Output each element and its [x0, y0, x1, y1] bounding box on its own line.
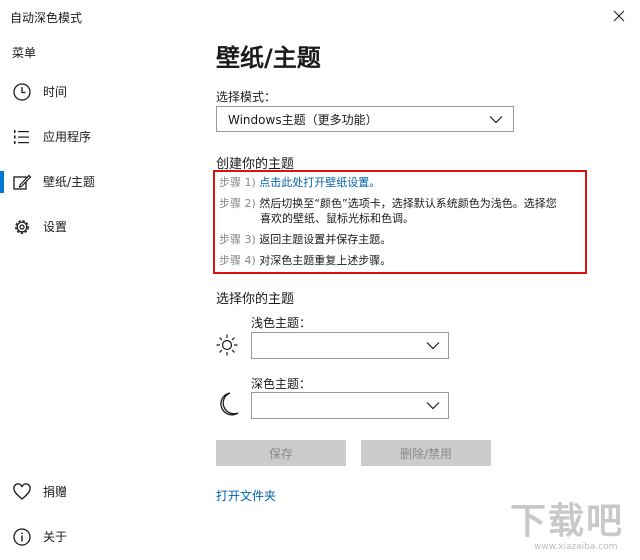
- delete-disable-button[interactable]: 删除/禁用: [361, 440, 491, 466]
- step-number: 步骤 2): [219, 197, 256, 210]
- step-number: 步骤 3): [219, 233, 256, 246]
- title-bar: 自动深色模式: [0, 0, 640, 32]
- info-icon: [13, 528, 31, 546]
- close-icon: [613, 10, 625, 22]
- edit-icon: [13, 174, 32, 190]
- steps-highlight-box: 步骤 1) 点击此处打开壁纸设置。 步骤 2) 然后切换至“颜色”选项卡，选择默…: [213, 170, 587, 274]
- sidebar-item-time[interactable]: 时间: [0, 73, 192, 109]
- sidebar-item-label: 时间: [43, 84, 68, 99]
- sidebar-item-label: 壁纸/主题: [43, 174, 96, 189]
- dark-theme-label: 深色主题：: [251, 377, 312, 391]
- chevron-down-icon: [426, 402, 440, 410]
- window-title: 自动深色模式: [10, 11, 83, 25]
- open-wallpaper-settings-link[interactable]: 点击此处打开壁纸设置。: [259, 176, 380, 189]
- sidebar-item-about[interactable]: 关于: [0, 518, 192, 554]
- clock-icon: [13, 83, 31, 101]
- main-content: 壁纸/主题 选择模式： Windows主题（更多功能） 创建你的主题 步骤 1)…: [192, 32, 640, 560]
- chevron-down-icon: [426, 342, 440, 350]
- watermark-logo-text: 下载吧: [510, 501, 625, 542]
- watermark-url: www.xiazaiba.com: [534, 542, 618, 552]
- sidebar-item-label: 关于: [43, 529, 68, 544]
- step-3: 步骤 3) 返回主题设置并保存主题。: [219, 232, 581, 247]
- step-4: 步骤 4) 对深色主题重复上述步骤。: [219, 253, 581, 268]
- sidebar: 菜单 时间 应用程序 壁纸/主题 设置 捐赠 关于: [0, 32, 192, 560]
- sidebar-item-apps[interactable]: 应用程序: [0, 118, 192, 154]
- save-button[interactable]: 保存: [216, 440, 346, 466]
- choose-theme-heading: 选择你的主题: [216, 292, 295, 307]
- sidebar-item-label: 设置: [43, 219, 68, 234]
- mode-dropdown-value: Windows主题（更多功能）: [228, 112, 378, 127]
- sidebar-item-label: 应用程序: [43, 129, 92, 144]
- moon-icon: [220, 392, 239, 416]
- step-text: 对深色主题重复上述步骤。: [259, 254, 392, 267]
- sun-icon: [216, 334, 238, 356]
- step-text: 返回主题设置并保存主题。: [259, 233, 392, 246]
- open-folder-link[interactable]: 打开文件夹: [216, 487, 276, 504]
- step-text-continued: 喜欢的壁纸、鼠标光标和色调。: [260, 212, 414, 225]
- light-theme-label: 浅色主题：: [251, 316, 312, 330]
- step-number: 步骤 4): [219, 254, 256, 267]
- light-theme-dropdown[interactable]: [251, 332, 449, 359]
- step-number: 步骤 1): [219, 176, 256, 189]
- list-icon: [14, 130, 29, 144]
- mode-dropdown[interactable]: Windows主题（更多功能）: [216, 106, 514, 132]
- selection-indicator: [0, 171, 4, 193]
- step-1: 步骤 1) 点击此处打开壁纸设置。: [219, 175, 581, 190]
- sidebar-item-settings[interactable]: 设置: [0, 208, 192, 244]
- gear-icon: [15, 220, 29, 234]
- step-text: 然后切换至“颜色”选项卡，选择默认系统颜色为浅色。选择您: [259, 197, 557, 210]
- sidebar-item-label: 捐赠: [43, 484, 68, 499]
- dark-theme-dropdown[interactable]: [251, 392, 449, 419]
- menu-label: 菜单: [12, 46, 37, 60]
- sidebar-item-wallpaper-theme[interactable]: 壁纸/主题: [0, 163, 192, 199]
- watermark: 下载吧 www.xiazaiba.com: [500, 492, 640, 560]
- heart-icon: [13, 483, 31, 500]
- page-title: 壁纸/主题: [216, 44, 321, 72]
- step-2: 步骤 2) 然后切换至“颜色”选项卡，选择默认系统颜色为浅色。选择您 喜欢的壁纸…: [219, 196, 581, 226]
- mode-label: 选择模式：: [216, 90, 277, 104]
- chevron-down-icon: [489, 116, 503, 124]
- sidebar-item-donate[interactable]: 捐赠: [0, 473, 192, 509]
- close-button[interactable]: [606, 4, 632, 28]
